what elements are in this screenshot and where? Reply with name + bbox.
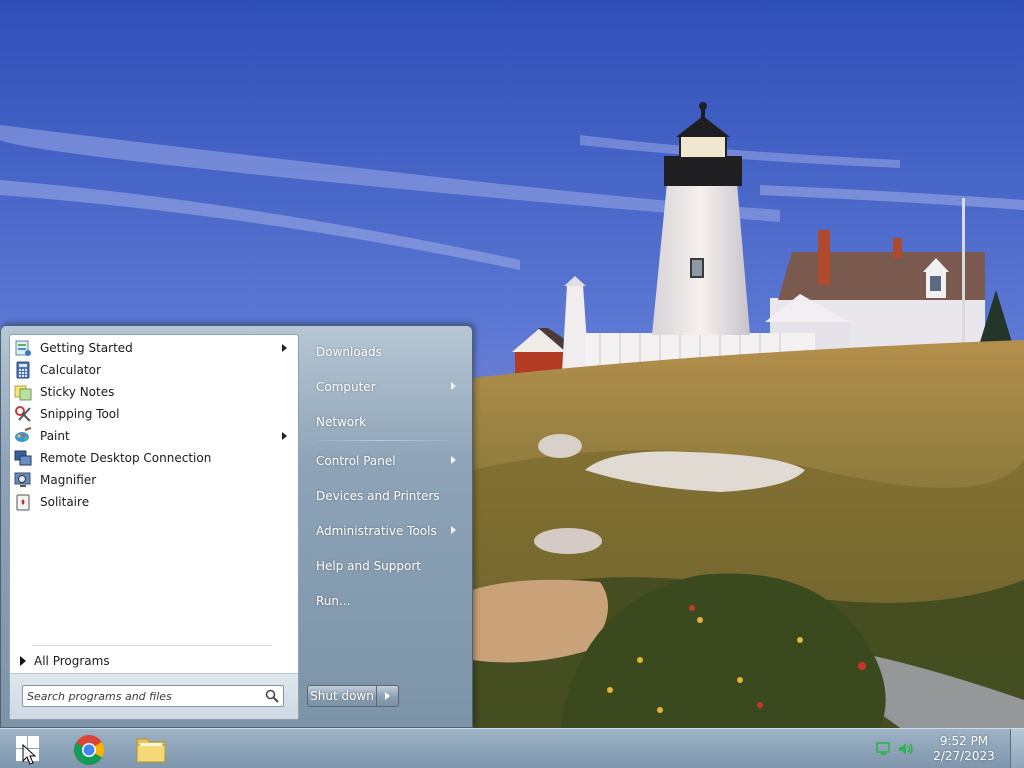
search-box[interactable] <box>22 685 284 707</box>
magnifier-icon <box>14 472 31 487</box>
submenu-arrow-icon <box>451 456 456 464</box>
program-label: Magnifier <box>40 473 97 487</box>
program-list: Getting Started Calculator Sticky Notes … <box>10 335 298 513</box>
place-administrative-tools[interactable]: Administrative Tools <box>307 513 467 548</box>
places-pane: Downloads Computer Network Control Panel… <box>307 334 467 634</box>
place-downloads[interactable]: Downloads <box>307 334 467 369</box>
place-computer[interactable]: Computer <box>307 369 467 404</box>
search-area <box>10 673 298 719</box>
shutdown-button[interactable]: Shut down <box>307 685 377 707</box>
clock-time: 9:52 PM <box>939 734 989 748</box>
all-programs-label: All Programs <box>34 654 110 668</box>
place-label: Downloads <box>316 344 382 359</box>
volume-icon[interactable] <box>898 742 914 756</box>
expand-arrow-icon <box>20 656 26 666</box>
taskbar: 9:52 PM 2/27/2023 <box>0 728 1024 768</box>
separator <box>315 440 451 441</box>
program-paint[interactable]: Paint <box>10 425 298 447</box>
place-label: Control Panel <box>316 453 396 468</box>
place-label: Administrative Tools <box>316 523 437 538</box>
separator <box>32 645 272 646</box>
mouse-cursor-icon <box>22 744 36 765</box>
search-icon[interactable] <box>265 689 279 703</box>
program-sticky-notes[interactable]: Sticky Notes <box>10 381 298 403</box>
program-label: Solitaire <box>40 495 90 509</box>
program-label: Calculator <box>40 363 101 377</box>
place-control-panel[interactable]: Control Panel <box>307 443 467 478</box>
program-label: Paint <box>40 429 70 443</box>
place-label: Network <box>316 414 367 429</box>
search-input[interactable] <box>27 688 257 704</box>
submenu-arrow-icon <box>282 344 287 352</box>
programs-pane: Getting Started Calculator Sticky Notes … <box>9 334 299 720</box>
solitaire-icon <box>16 494 30 511</box>
submenu-arrow-icon <box>451 526 456 534</box>
file-explorer-icon <box>136 738 166 763</box>
place-label: Devices and Printers <box>316 488 440 503</box>
remote-desktop-icon <box>14 450 32 466</box>
place-label: Computer <box>316 379 376 394</box>
place-run[interactable]: Run... <box>307 583 467 618</box>
submenu-arrow-icon <box>282 432 287 440</box>
program-label: Sticky Notes <box>40 385 115 399</box>
clock-date: 2/27/2023 <box>933 749 995 763</box>
program-getting-started[interactable]: Getting Started <box>10 337 298 359</box>
start-menu: Getting Started Calculator Sticky Notes … <box>0 325 473 728</box>
paint-icon <box>15 427 32 442</box>
place-devices-and-printers[interactable]: Devices and Printers <box>307 478 467 513</box>
program-label: Getting Started <box>40 341 133 355</box>
chrome-taskbar-button[interactable] <box>68 731 110 767</box>
system-tray: 9:52 PM 2/27/2023 <box>872 729 1024 768</box>
place-label: Run... <box>316 593 351 608</box>
chevron-right-icon <box>385 692 390 700</box>
program-remote-desktop[interactable]: Remote Desktop Connection <box>10 447 298 469</box>
network-icon[interactable] <box>876 742 892 756</box>
place-label: Help and Support <box>316 558 421 573</box>
getting-started-icon <box>15 340 31 356</box>
all-programs-button[interactable]: All Programs <box>20 651 110 671</box>
shutdown-group: Shut down <box>307 685 399 707</box>
program-magnifier[interactable]: Magnifier <box>10 469 298 491</box>
submenu-arrow-icon <box>451 382 456 390</box>
sticky-notes-icon <box>14 385 32 401</box>
program-calculator[interactable]: Calculator <box>10 359 298 381</box>
place-network[interactable]: Network <box>307 404 467 439</box>
calculator-icon <box>16 361 30 379</box>
program-solitaire[interactable]: Solitaire <box>10 491 298 513</box>
place-help-and-support[interactable]: Help and Support <box>307 548 467 583</box>
snipping-tool-icon <box>15 406 31 422</box>
program-label: Snipping Tool <box>40 407 120 421</box>
clock[interactable]: 9:52 PM 2/27/2023 <box>924 734 1004 764</box>
program-snipping-tool[interactable]: Snipping Tool <box>10 403 298 425</box>
file-explorer-taskbar-button[interactable] <box>130 731 172 767</box>
chrome-icon <box>74 735 105 765</box>
show-desktop-button[interactable] <box>1010 729 1024 768</box>
shutdown-options-button[interactable] <box>377 685 399 707</box>
program-label: Remote Desktop Connection <box>40 451 212 465</box>
